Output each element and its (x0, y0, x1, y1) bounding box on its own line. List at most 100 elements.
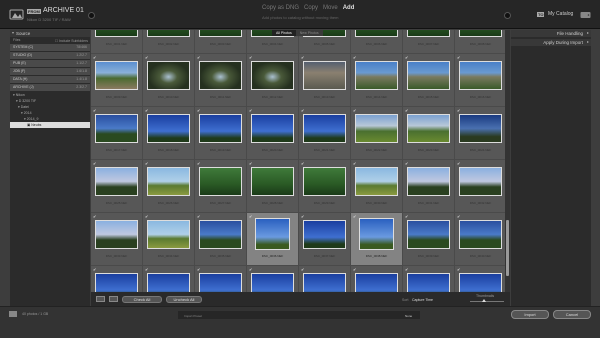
photo-cell[interactable]: ✔ DSC_0027.NEF (195, 160, 246, 212)
include-checkbox[interactable]: ✔ (405, 161, 408, 166)
photo-thumbnail[interactable] (303, 114, 346, 143)
photo-cell[interactable]: ✔ DSC_0034.NEF (143, 213, 194, 265)
check-all-button[interactable]: Check All (122, 296, 162, 303)
photo-cell[interactable]: ✔ DSC_0025.NEF (91, 160, 142, 212)
photo-thumbnail[interactable] (459, 61, 502, 90)
volume-item[interactable]: STUDIO (D) 1.2/2.7 (10, 52, 90, 59)
photo-thumbnail[interactable] (407, 30, 450, 37)
include-checkbox[interactable]: ✔ (197, 267, 200, 272)
photo-cell[interactable]: ✔ DSC_0031.NEF (403, 160, 454, 212)
photo-thumbnail[interactable] (407, 167, 450, 196)
photo-thumbnail[interactable] (251, 167, 294, 196)
photo-thumbnail[interactable] (459, 114, 502, 143)
import-mode-option[interactable]: Copy as DNG (262, 5, 299, 11)
photo-cell[interactable]: ✔DSC_0008.NEF (455, 30, 506, 53)
folder-tree-item[interactable]: ▣ Neubs (10, 122, 90, 128)
source-arrow-icon[interactable] (88, 12, 95, 19)
photo-thumbnail[interactable] (355, 30, 398, 37)
photo-cell[interactable]: ✔ DSC_0030.NEF (351, 160, 402, 212)
include-checkbox[interactable]: ✔ (353, 161, 356, 166)
photo-cell[interactable]: ✔ DSC_0018.NEF (143, 107, 194, 159)
photo-thumbnail[interactable] (251, 273, 294, 292)
include-checkbox[interactable]: ✔ (249, 214, 252, 219)
photo-cell[interactable]: ✔ DSC_0024.NEF (455, 107, 506, 159)
photo-cell[interactable]: ✔ DSC_0021.NEF (299, 107, 350, 159)
include-checkbox[interactable]: ✔ (301, 267, 304, 272)
photo-thumbnail[interactable] (147, 220, 190, 249)
import-preset-bar[interactable] (178, 311, 420, 319)
photo-cell[interactable]: ✔ DSC_0009.NEF (91, 54, 142, 106)
uncheck-all-button[interactable]: Uncheck All (166, 296, 202, 303)
photo-filter-tab[interactable]: New Photos (295, 30, 323, 36)
photo-cell[interactable]: ✔ DSC_0016.NEF (455, 54, 506, 106)
photo-cell[interactable]: ✔ DSC_0010.NEF (143, 54, 194, 106)
include-checkbox[interactable]: ✔ (353, 108, 356, 113)
source-title[interactable]: ARCHIVE 01 (43, 7, 84, 14)
photo-thumbnail[interactable] (95, 220, 138, 249)
photo-thumbnail[interactable] (407, 114, 450, 143)
photo-thumbnail[interactable] (147, 61, 190, 90)
include-checkbox[interactable]: ✔ (145, 108, 148, 113)
volume-item[interactable]: DATA (H) 1.4/1.8 (10, 76, 90, 83)
include-checkbox[interactable]: ✔ (93, 108, 96, 113)
photo-cell[interactable]: ✔ (91, 266, 142, 292)
include-checkbox[interactable]: ✔ (197, 108, 200, 113)
sort-dropdown[interactable]: Capture Time (412, 298, 433, 302)
photo-thumbnail[interactable] (303, 61, 346, 90)
import-mode-option[interactable]: Move (323, 5, 338, 11)
include-checkbox[interactable]: ✔ (249, 55, 252, 60)
photo-cell[interactable]: ✔ DSC_0040.NEF (455, 213, 506, 265)
photo-cell[interactable]: ✔DSC_0002.NEF (143, 30, 194, 53)
include-checkbox[interactable]: ✔ (249, 161, 252, 166)
photo-thumbnail[interactable] (303, 220, 346, 249)
photo-thumbnail[interactable] (459, 30, 502, 37)
include-checkbox[interactable]: ✔ (197, 55, 200, 60)
thumbnail-slider-knob[interactable] (482, 299, 486, 302)
include-checkbox[interactable]: ✔ (249, 267, 252, 272)
include-checkbox[interactable]: ✔ (405, 214, 408, 219)
include-checkbox[interactable]: ✔ (353, 214, 356, 219)
photo-cell[interactable]: ✔ DSC_0011.NEF (195, 54, 246, 106)
photo-thumbnail[interactable] (95, 61, 138, 90)
photo-thumbnail[interactable] (147, 167, 190, 196)
import-mode-option[interactable]: Add (343, 5, 355, 11)
photo-cell[interactable]: ✔ DSC_0020.NEF (247, 107, 298, 159)
grid-scrollbar[interactable] (505, 30, 510, 292)
photo-thumbnail[interactable] (199, 114, 242, 143)
photo-cell[interactable]: ✔DSC_0001.NEF (91, 30, 142, 53)
photo-cell[interactable]: ✔ DSC_0026.NEF (143, 160, 194, 212)
photo-thumbnail[interactable] (251, 61, 294, 90)
photo-cell[interactable]: ✔ DSC_0039.NEF (403, 213, 454, 265)
photo-cell[interactable]: ✔DSC_0003.NEF (195, 30, 246, 53)
include-checkbox[interactable]: ✔ (93, 267, 96, 272)
photo-cell[interactable]: ✔ DSC_0038.NEF (351, 213, 402, 265)
photo-thumbnail[interactable] (147, 273, 190, 292)
photo-thumbnail[interactable] (459, 273, 502, 292)
destination-section-header[interactable]: Apply During Import (511, 39, 591, 46)
catalog-label[interactable]: My Catalog (548, 11, 573, 17)
include-checkbox[interactable]: ✔ (145, 214, 148, 219)
photo-thumbnail[interactable] (355, 273, 398, 292)
include-checkbox[interactable]: ✔ (197, 214, 200, 219)
photo-thumbnail[interactable] (303, 273, 346, 292)
include-checkbox[interactable]: ✔ (457, 55, 460, 60)
include-checkbox[interactable]: ✔ (197, 161, 200, 166)
include-checkbox[interactable]: ✔ (457, 214, 460, 219)
source-panel-header[interactable]: Source (10, 30, 90, 37)
photo-filter-tab[interactable]: All Photos (272, 30, 296, 36)
volume-item[interactable]: JOB (F) 1.6/1.8 (10, 68, 90, 75)
include-checkbox[interactable]: ✔ (457, 267, 460, 272)
include-checkbox[interactable]: ✔ (93, 55, 96, 60)
photo-cell[interactable]: ✔ DSC_0029.NEF (299, 160, 350, 212)
toggle-panel-icon[interactable] (9, 311, 17, 317)
photo-thumbnail[interactable] (459, 220, 502, 249)
include-checkbox[interactable]: ✔ (145, 55, 148, 60)
photo-cell[interactable]: ✔ DSC_0035.NEF (195, 213, 246, 265)
photo-thumbnail[interactable] (199, 167, 242, 196)
destination-arrow-icon[interactable] (504, 12, 511, 19)
volume-item[interactable]: SYSTEM (C) 78/466 (10, 44, 90, 51)
destination-section-header[interactable]: File Handling (511, 30, 591, 37)
include-checkbox[interactable]: ✔ (457, 108, 460, 113)
include-checkbox[interactable]: ✔ (145, 267, 148, 272)
include-checkbox[interactable]: ✔ (249, 108, 252, 113)
